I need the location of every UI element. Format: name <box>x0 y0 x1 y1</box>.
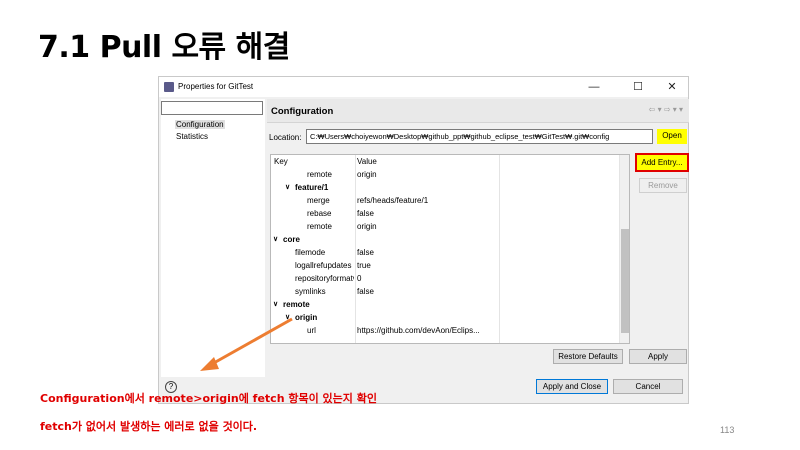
table-row[interactable]: merge refs/heads/feature/1 <box>271 196 619 209</box>
row-value: false <box>357 287 374 296</box>
maximize-icon[interactable]: ☐ <box>625 79 651 95</box>
table-header: Key Value <box>271 157 619 170</box>
table-row[interactable]: remote origin <box>271 170 619 183</box>
row-key: feature/1 <box>295 183 329 192</box>
row-value: origin <box>357 170 377 179</box>
table-row[interactable]: ∨ origin <box>271 313 619 326</box>
restore-defaults-button[interactable]: Restore Defaults <box>553 349 623 364</box>
table-row[interactable]: symlinks false <box>271 287 619 300</box>
table-row[interactable]: repositoryformatversion 0 <box>271 274 619 287</box>
scrollbar-thumb[interactable] <box>621 229 629 333</box>
row-key: rebase <box>307 209 332 218</box>
history-nav-icon[interactable]: ⇦ ▾ ⇨ ▾ ▾ <box>649 105 683 114</box>
open-button[interactable]: Open <box>657 129 687 144</box>
row-key: filemode <box>295 248 326 257</box>
table-row[interactable]: ∨ remote <box>271 300 619 313</box>
row-key: logallrefupdates <box>295 261 352 270</box>
nav-item-configuration[interactable]: Configuration <box>175 120 225 129</box>
config-tree-table[interactable]: Key Value remote origin ∨ feature/1 merg… <box>270 154 630 344</box>
properties-dialog: Properties for GitTest — ☐ ✕ Configurati… <box>158 76 689 404</box>
configuration-page: Configuration ⇦ ▾ ⇨ ▾ ▾ Location: C:₩Use… <box>267 99 689 377</box>
row-value: refs/heads/feature/1 <box>357 196 429 205</box>
row-key: remote <box>307 170 332 179</box>
row-value: true <box>357 261 371 270</box>
page-number: 113 <box>720 425 735 435</box>
row-value: origin <box>357 222 377 231</box>
table-row[interactable]: url https://github.com/devAon/Eclips... <box>271 326 619 339</box>
chevron-down-icon[interactable]: ∨ <box>273 235 278 243</box>
slide-title: 7.1 Pull 오류 해결 <box>38 30 290 65</box>
row-key: origin <box>295 313 318 322</box>
nav-item-statistics[interactable]: Statistics <box>175 132 209 141</box>
title-bar: Properties for GitTest — ☐ ✕ <box>159 77 688 97</box>
column-header-value: Value <box>357 157 377 166</box>
chevron-down-icon[interactable]: ∨ <box>285 313 290 321</box>
row-value: false <box>357 209 374 218</box>
vertical-scrollbar[interactable] <box>619 155 629 343</box>
annotation-line-2: fetch가 없어서 발생하는 에러로 없을 것이다. <box>40 420 258 433</box>
close-icon[interactable]: ✕ <box>659 79 685 95</box>
remove-button[interactable]: Remove <box>639 178 687 193</box>
chevron-down-icon[interactable]: ∨ <box>285 183 290 191</box>
apply-and-close-button[interactable]: Apply and Close <box>536 379 608 394</box>
row-value: https://github.com/devAon/Eclips... <box>357 326 480 335</box>
cancel-button[interactable]: Cancel <box>613 379 683 394</box>
add-entry-button[interactable]: Add Entry... <box>635 153 689 172</box>
row-key: core <box>283 235 300 244</box>
filter-input[interactable] <box>161 101 263 115</box>
row-value: false <box>357 248 374 257</box>
page-title: Configuration <box>271 106 334 117</box>
page-header: Configuration ⇦ ▾ ⇨ ▾ ▾ <box>267 99 689 123</box>
table-row[interactable]: ∨ core <box>271 235 619 248</box>
navigation-pane: Configuration Statistics <box>161 99 265 377</box>
window-title: Properties for GitTest <box>178 82 254 91</box>
annotation-line-1: Configuration에서 remote>origin에 fetch 항목이… <box>40 392 377 405</box>
location-label: Location: <box>269 133 302 142</box>
row-key: remote <box>307 222 332 231</box>
row-key: url <box>307 326 316 335</box>
table-row[interactable]: remote origin <box>271 222 619 235</box>
location-field[interactable]: C:₩Users₩choiyewon₩Desktop₩github_ppt₩gi… <box>306 129 653 144</box>
row-key: merge <box>307 196 330 205</box>
table-row[interactable]: rebase false <box>271 209 619 222</box>
table-row[interactable]: ∨ feature/1 <box>271 183 619 196</box>
apply-button[interactable]: Apply <box>629 349 687 364</box>
table-row[interactable]: logallrefupdates true <box>271 261 619 274</box>
minimize-icon[interactable]: — <box>581 79 607 95</box>
row-key: symlinks <box>295 287 326 296</box>
row-key: repositoryformatversion <box>295 274 354 283</box>
table-row[interactable]: filemode false <box>271 248 619 261</box>
chevron-down-icon[interactable]: ∨ <box>273 300 278 308</box>
app-icon <box>164 82 174 92</box>
column-header-key: Key <box>274 157 288 166</box>
row-value: 0 <box>357 274 362 283</box>
row-key: remote <box>283 300 310 309</box>
